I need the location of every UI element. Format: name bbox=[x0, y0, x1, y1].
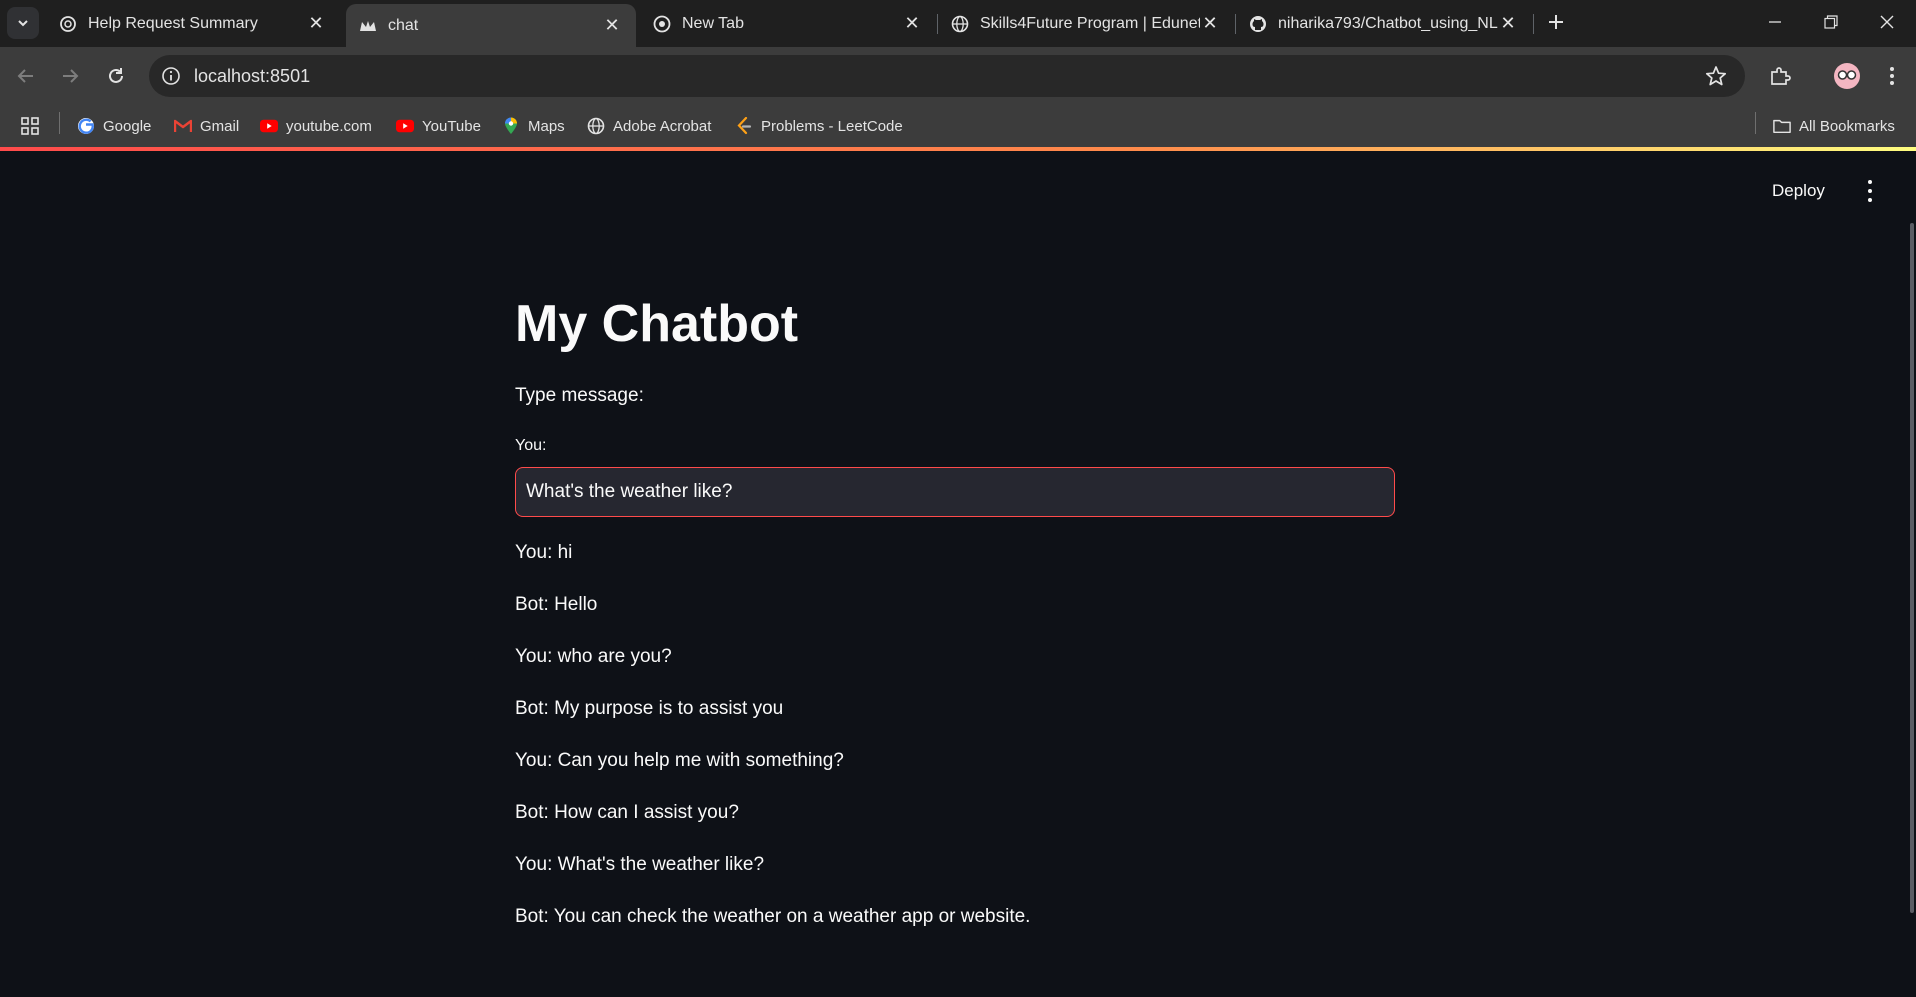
bookmark-maps[interactable]: Maps bbox=[502, 114, 565, 138]
bookmark-youtube-com[interactable]: youtube.com bbox=[260, 114, 372, 138]
chat-message: Bot: Hello bbox=[515, 594, 598, 615]
restore-icon bbox=[1824, 15, 1838, 29]
menu-dot bbox=[1868, 180, 1872, 185]
bookmark-star-icon[interactable] bbox=[1705, 65, 1727, 87]
leetcode-icon bbox=[735, 117, 753, 135]
bookmark-gmail[interactable]: Gmail bbox=[174, 114, 239, 138]
menu-dot bbox=[1868, 197, 1872, 202]
close-icon bbox=[1880, 15, 1894, 29]
tab-strip: Help Request Summary ✕ chat ✕ New Tab ✕ … bbox=[0, 0, 1916, 47]
bookmarks-divider bbox=[59, 112, 60, 134]
tab-title: niharika793/Chatbot_using_NLP bbox=[1278, 14, 1498, 32]
scrollbar[interactable] bbox=[1910, 223, 1914, 913]
minimize-icon bbox=[1769, 21, 1781, 23]
avatar-icon bbox=[1834, 63, 1860, 89]
puzzle-icon bbox=[1771, 67, 1791, 85]
plus-icon bbox=[1549, 15, 1563, 29]
streamlit-crown-icon bbox=[358, 16, 378, 36]
bookmarks-bar: Google Gmail youtube.com YouTube Maps Ad… bbox=[0, 105, 1916, 147]
tab-title: Help Request Summary bbox=[88, 14, 258, 32]
chat-message: You: What's the weather like? bbox=[515, 854, 765, 875]
close-tab-icon[interactable]: ✕ bbox=[306, 13, 326, 34]
chat-message: Bot: My purpose is to assist you bbox=[515, 698, 784, 719]
close-tab-icon[interactable]: ✕ bbox=[602, 15, 622, 36]
chevron-down-icon bbox=[18, 20, 28, 27]
address-bar[interactable]: localhost:8501 bbox=[149, 55, 1745, 97]
chat-message: You: who are you? bbox=[515, 646, 672, 667]
bookmark-label: YouTube bbox=[422, 117, 481, 135]
tab-title: Skills4Future Program | Edunet bbox=[980, 14, 1200, 32]
tab-github-chatbot[interactable]: niharika793/Chatbot_using_NLP ✕ bbox=[1236, 4, 1532, 43]
maps-icon bbox=[502, 117, 520, 135]
input-label: You: bbox=[515, 437, 547, 454]
all-bookmarks-label: All Bookmarks bbox=[1799, 117, 1895, 135]
bookmarks-divider bbox=[1755, 112, 1756, 134]
close-tab-icon[interactable]: ✕ bbox=[1498, 13, 1518, 34]
apps-grid-icon bbox=[21, 117, 39, 135]
prompt-text: Type message: bbox=[515, 385, 644, 406]
chrome-menu-button[interactable] bbox=[1876, 60, 1908, 92]
google-icon bbox=[77, 117, 95, 135]
apps-button[interactable] bbox=[20, 114, 40, 138]
restore-button[interactable] bbox=[1803, 0, 1859, 44]
folder-icon bbox=[1773, 117, 1791, 135]
youtube-icon bbox=[260, 117, 278, 135]
profile-avatar[interactable] bbox=[1829, 60, 1865, 92]
bookmark-label: Google bbox=[103, 117, 152, 135]
message-input[interactable] bbox=[515, 467, 1395, 517]
tab-divider bbox=[1533, 14, 1534, 34]
site-info-icon[interactable] bbox=[159, 64, 183, 88]
globe-icon bbox=[587, 117, 605, 135]
arrow-right-icon bbox=[63, 69, 79, 83]
gmail-icon bbox=[174, 117, 192, 135]
youtube-icon bbox=[396, 117, 414, 135]
close-tab-icon[interactable]: ✕ bbox=[902, 13, 922, 34]
bookmark-label: youtube.com bbox=[286, 117, 372, 135]
tab-chat[interactable]: chat ✕ bbox=[346, 4, 636, 47]
minimize-button[interactable] bbox=[1747, 0, 1803, 44]
back-button[interactable] bbox=[10, 60, 42, 92]
globe-icon bbox=[950, 14, 970, 34]
extensions-button[interactable] bbox=[1764, 60, 1796, 92]
tab-help-request-summary[interactable]: Help Request Summary ✕ bbox=[46, 4, 340, 43]
chat-message: Bot: You can check the weather on a weat… bbox=[515, 906, 1031, 927]
tab-title: New Tab bbox=[682, 14, 744, 32]
reload-icon bbox=[109, 68, 123, 83]
tab-search-button[interactable] bbox=[7, 7, 39, 39]
close-tab-icon[interactable]: ✕ bbox=[1200, 13, 1220, 34]
bookmark-leetcode[interactable]: Problems - LeetCode bbox=[735, 114, 903, 138]
github-icon bbox=[1248, 14, 1268, 34]
bookmark-youtube[interactable]: YouTube bbox=[396, 114, 481, 138]
chat-message: Bot: How can I assist you? bbox=[515, 802, 739, 823]
chat-message: You: Can you help me with something? bbox=[515, 750, 844, 771]
url-text[interactable]: localhost:8501 bbox=[194, 66, 310, 87]
forward-button[interactable] bbox=[54, 60, 86, 92]
all-bookmarks-button[interactable]: All Bookmarks bbox=[1773, 114, 1895, 138]
app-viewport: Deploy My Chatbot Type message: You: You… bbox=[0, 151, 1916, 997]
bookmark-label: Gmail bbox=[200, 117, 240, 135]
bookmark-label: Adobe Acrobat bbox=[613, 117, 712, 135]
openai-icon bbox=[58, 14, 78, 34]
menu-dot bbox=[1868, 188, 1872, 193]
bookmark-google[interactable]: Google bbox=[77, 114, 151, 138]
tab-skills4future[interactable]: Skills4Future Program | Edunet ✕ bbox=[938, 4, 1234, 43]
main-menu-button[interactable] bbox=[1860, 178, 1880, 204]
browser-toolbar: localhost:8501 bbox=[0, 47, 1916, 105]
bookmark-adobe-acrobat[interactable]: Adobe Acrobat bbox=[587, 114, 711, 138]
reload-button[interactable] bbox=[100, 60, 132, 92]
chrome-icon bbox=[652, 14, 672, 34]
page-title: My Chatbot bbox=[515, 295, 799, 353]
deploy-button[interactable]: Deploy bbox=[1772, 181, 1825, 201]
arrow-left-icon bbox=[17, 69, 33, 83]
more-vert-icon bbox=[1890, 67, 1894, 85]
close-window-button[interactable] bbox=[1859, 0, 1915, 44]
tab-title: chat bbox=[388, 16, 419, 34]
bookmark-label: Maps bbox=[528, 117, 565, 135]
chat-message: You: hi bbox=[515, 542, 573, 563]
bookmark-label: Problems - LeetCode bbox=[761, 117, 903, 135]
tab-new-tab[interactable]: New Tab ✕ bbox=[640, 4, 936, 43]
new-tab-button[interactable] bbox=[1542, 8, 1570, 36]
